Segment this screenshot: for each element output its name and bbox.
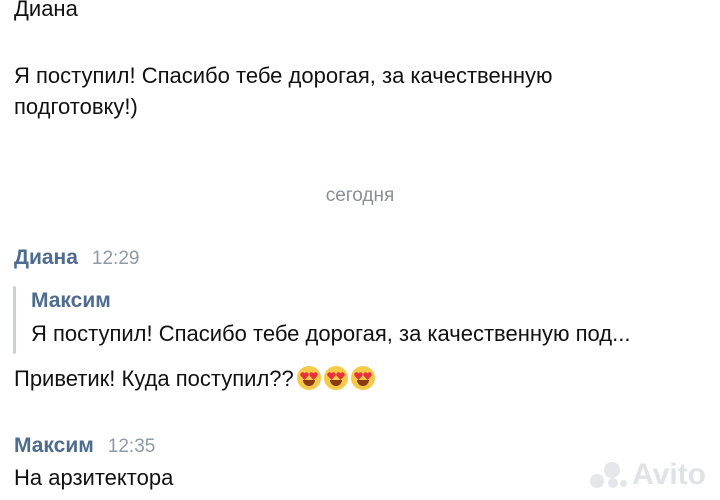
message-time: 12:35 — [107, 436, 156, 457]
message-text: На арзитектора — [14, 465, 174, 490]
heart-eyes-emoji — [350, 366, 375, 390]
sender-name[interactable]: Максим — [14, 434, 94, 457]
avito-logo-icon — [588, 460, 628, 490]
message-time: 12:29 — [91, 248, 140, 269]
message-text-line: подготовку!) — [14, 94, 138, 119]
reply-text[interactable]: Я поступил! Спасибо тебе дорогая, за кач… — [31, 321, 630, 347]
avito-watermark: Avito — [588, 458, 706, 492]
date-separator: сегодня — [325, 185, 395, 206]
message-text: Приветик! Куда поступил?? — [14, 366, 375, 392]
message-body: Приветик! Куда поступил?? — [14, 366, 294, 391]
message-header: Диана 12:29 — [14, 246, 139, 270]
sender-name[interactable]: Диана — [14, 246, 78, 269]
message-header: Максим 12:35 — [14, 434, 155, 458]
reply-quote-bar — [13, 286, 16, 354]
message-text-line: Я поступил! Спасибо тебе дорогая, за кач… — [14, 63, 553, 88]
watermark-text: Avito — [632, 458, 706, 491]
message-text-fragment: Диана — [14, 0, 78, 21]
heart-eyes-emoji — [323, 366, 348, 390]
reply-author[interactable]: Максим — [31, 289, 111, 313]
heart-eyes-emoji — [296, 366, 321, 390]
